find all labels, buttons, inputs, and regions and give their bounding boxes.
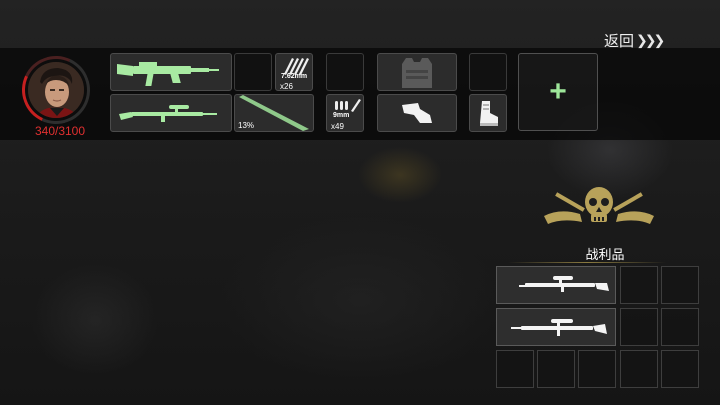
ammo-caliber: 9mm (333, 112, 350, 119)
ammo-count: x49 (331, 122, 344, 131)
assault-rifle-icon (117, 62, 219, 86)
loot-item-sniper-rifle[interactable] (496, 308, 616, 346)
secondary-weapon-slot[interactable] (110, 94, 232, 132)
primary-weapon-slot[interactable] (110, 53, 232, 91)
sniper-rifle-icon (511, 319, 607, 336)
sniper-rifle-icon (519, 276, 609, 292)
boots-slot[interactable] (469, 94, 507, 132)
loot-slot-empty[interactable] (661, 266, 699, 304)
loot-slot-empty[interactable] (620, 266, 658, 304)
game-background: 返回 ❯❯❯ 340/3100 7.62mm x26 13% 9mm x49 +… (0, 0, 720, 405)
grenade-slot-empty[interactable] (326, 53, 364, 91)
loot-slot-empty[interactable] (537, 350, 575, 388)
vest-icon (402, 58, 432, 88)
helmet-slot[interactable] (377, 94, 457, 132)
secondary-ammo-slot[interactable]: 9mm x49 (326, 94, 364, 132)
loot-title: 战利品 (585, 247, 625, 262)
loot-item-sniper-rifle[interactable] (496, 266, 616, 304)
durability-label: 13% (238, 121, 255, 130)
divider (508, 262, 666, 263)
primary-ammo-slot[interactable]: 7.62mm x26 (275, 53, 313, 91)
armor-slot[interactable] (377, 53, 457, 91)
loot-slot-empty[interactable] (620, 350, 658, 388)
skull-emblem-icon (540, 180, 658, 246)
backpack-slot-empty[interactable] (469, 53, 507, 91)
hp-text: 340/3100 (34, 124, 86, 138)
melee-slot[interactable]: 13% (234, 94, 314, 132)
helmet-icon (402, 103, 432, 123)
attachment-slot-empty[interactable] (234, 53, 272, 91)
loot-slot-empty[interactable] (620, 308, 658, 346)
chevrons-right-icon: ❯❯❯ (636, 31, 665, 48)
player-avatar[interactable] (12, 46, 100, 134)
loot-grid (496, 266, 700, 390)
avatar-portrait-icon (28, 62, 84, 118)
back-button[interactable]: 返回 ❯❯❯ (604, 31, 665, 50)
loot-slot-empty[interactable] (661, 308, 699, 346)
ammo-count: x26 (280, 82, 293, 91)
ammo-caliber: 7.62mm (281, 73, 308, 80)
loot-slot-empty[interactable] (578, 350, 616, 388)
plus-icon: + (549, 75, 567, 108)
loot-slot-empty[interactable] (496, 350, 534, 388)
add-slot-button[interactable]: + (518, 53, 598, 131)
sniper-rifle-icon (119, 105, 217, 122)
boots-icon (480, 101, 498, 126)
loot-slot-empty[interactable] (661, 350, 699, 388)
